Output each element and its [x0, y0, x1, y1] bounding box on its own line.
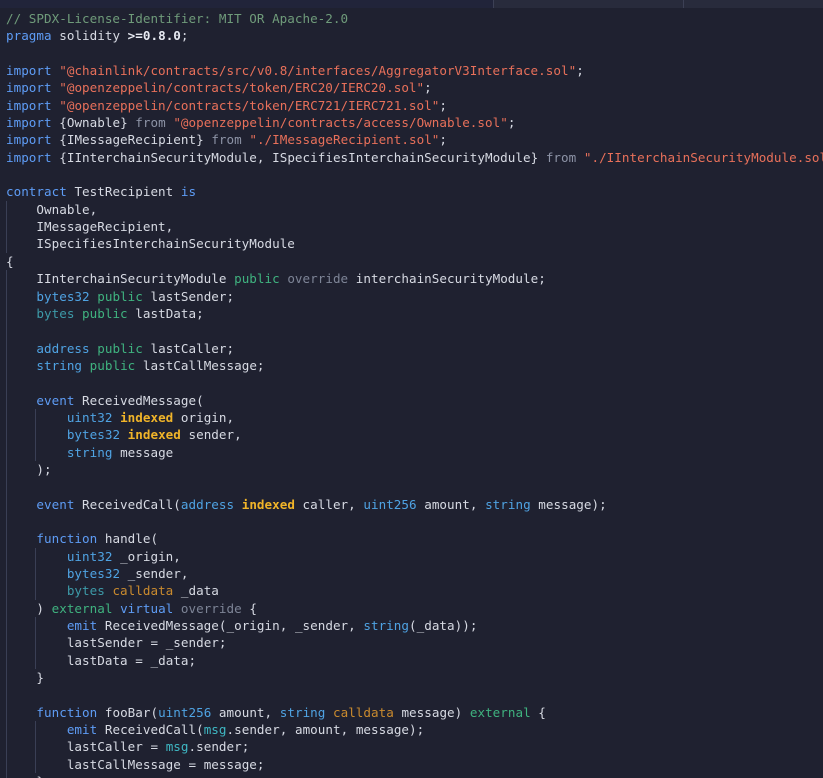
code-line[interactable]: bytes public lastData;: [6, 305, 823, 322]
code-line[interactable]: Ownable,: [6, 201, 823, 218]
code-line[interactable]: function fooBar(uint256 amount, string c…: [6, 704, 823, 721]
code-line[interactable]: [6, 322, 823, 339]
code-line[interactable]: import {Ownable} from "@openzeppelin/con…: [6, 114, 823, 131]
code-line[interactable]: IInterchainSecurityModule public overrid…: [6, 270, 823, 287]
code-line[interactable]: [6, 478, 823, 495]
code-line[interactable]: uint32 _origin,: [6, 548, 823, 565]
code-line[interactable]: // SPDX-License-Identifier: MIT OR Apach…: [6, 10, 823, 27]
code-line[interactable]: function handle(: [6, 530, 823, 547]
code-line[interactable]: address public lastCaller;: [6, 340, 823, 357]
code-line[interactable]: lastCaller = msg.sender;: [6, 738, 823, 755]
code-line[interactable]: [6, 166, 823, 183]
code-line[interactable]: import "@openzeppelin/contracts/token/ER…: [6, 79, 823, 96]
code-line[interactable]: import "@chainlink/contracts/src/v0.8/in…: [6, 62, 823, 79]
code-line[interactable]: }: [6, 669, 823, 686]
code-line[interactable]: string public lastCallMessage;: [6, 357, 823, 374]
code-line[interactable]: event ReceivedMessage(: [6, 392, 823, 409]
code-line[interactable]: pragma solidity >=0.8.0;: [6, 27, 823, 44]
code-line[interactable]: IMessageRecipient,: [6, 218, 823, 235]
code-line[interactable]: emit ReceivedMessage(_origin, _sender, s…: [6, 617, 823, 634]
code-line[interactable]: emit ReceivedCall(msg.sender, amount, me…: [6, 721, 823, 738]
code-line[interactable]: }: [6, 773, 823, 778]
tab-editor-pane-right[interactable]: [684, 0, 823, 8]
tab-editor-pane-left[interactable]: [0, 0, 493, 8]
code-line[interactable]: bytes32 indexed sender,: [6, 426, 823, 443]
code-line[interactable]: contract TestRecipient is: [6, 183, 823, 200]
code-line[interactable]: event ReceivedCall(address indexed calle…: [6, 496, 823, 513]
code-line[interactable]: bytes32 public lastSender;: [6, 288, 823, 305]
code-line[interactable]: string message: [6, 444, 823, 461]
indent-guide: [34, 409, 36, 462]
tab-divider-1: [493, 0, 494, 8]
code-line[interactable]: bytes calldata _data: [6, 582, 823, 599]
code-line[interactable]: [6, 45, 823, 62]
tab-divider-2: [683, 0, 684, 8]
indent-guide: [6, 270, 7, 778]
code-line[interactable]: import {IMessageRecipient} from "./IMess…: [6, 131, 823, 148]
indent-guide: [34, 547, 36, 600]
code-line[interactable]: [6, 374, 823, 391]
code-line[interactable]: uint32 indexed origin,: [6, 409, 823, 426]
code-line[interactable]: import {IInterchainSecurityModule, ISpec…: [6, 149, 823, 166]
editor-tab-strip[interactable]: [0, 0, 823, 8]
code-line[interactable]: );: [6, 461, 823, 478]
indent-guide: [34, 617, 36, 670]
code-line[interactable]: ISpecifiesInterchainSecurityModule: [6, 235, 823, 252]
indent-guide: [34, 721, 36, 774]
code-line[interactable]: ) external virtual override {: [6, 600, 823, 617]
tab-editor-pane-middle[interactable]: [494, 0, 683, 8]
code-line[interactable]: [6, 513, 823, 530]
code-line[interactable]: [6, 686, 823, 703]
code-content[interactable]: // SPDX-License-Identifier: MIT OR Apach…: [0, 8, 823, 778]
indent-guide: [6, 200, 7, 253]
code-line[interactable]: lastSender = _sender;: [6, 634, 823, 651]
code-line[interactable]: lastData = _data;: [6, 652, 823, 669]
code-editor-pane[interactable]: // SPDX-License-Identifier: MIT OR Apach…: [0, 8, 823, 778]
code-line[interactable]: lastCallMessage = message;: [6, 756, 823, 773]
code-line[interactable]: {: [6, 253, 823, 270]
code-line[interactable]: bytes32 _sender,: [6, 565, 823, 582]
code-line[interactable]: import "@openzeppelin/contracts/token/ER…: [6, 97, 823, 114]
